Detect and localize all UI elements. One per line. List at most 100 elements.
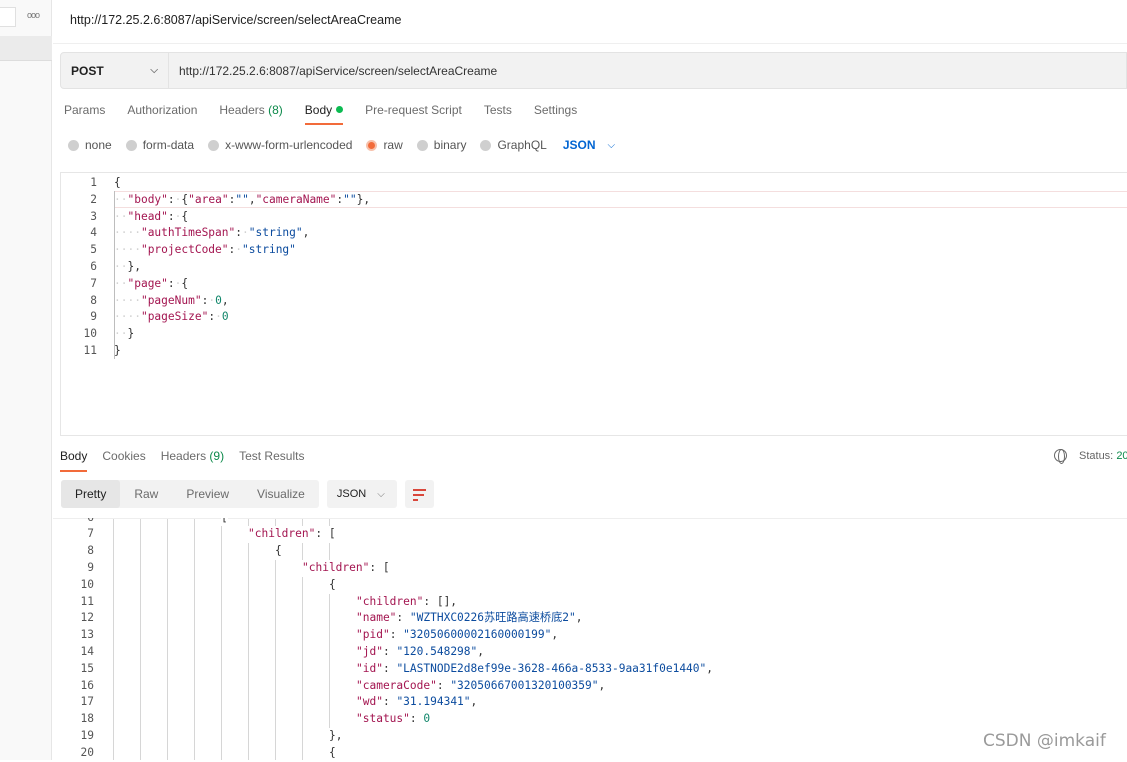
tab-body[interactable]: Body [304,103,344,125]
indent-guide [248,519,249,760]
code-token: } [114,344,121,357]
code-token: "children" [248,527,316,541]
code-line: ··"body":·{"area":"","cameraName":""}, [114,192,370,209]
code-token: "32050600002160000199" [403,628,552,642]
response-tab-body[interactable]: Body [60,449,88,472]
indent-guide [302,519,303,760]
body-format-select[interactable]: JSON [563,138,596,152]
indent-guide [194,519,195,760]
code-token: "status" [356,712,410,726]
code-line: ····"authTimeSpan":·"string", [114,225,309,242]
tab-label: Body [60,449,88,463]
code-token: ···· [114,226,141,240]
view-visualize[interactable]: Visualize [243,480,319,508]
line-number: 10 [80,577,94,591]
view-mode-segment: Pretty Raw Preview Visualize [61,480,319,508]
radio-x-www-form-urlencoded[interactable]: x-www-form-urlencoded [208,138,352,152]
response-top-mask [53,509,1127,518]
code-token: }, [127,260,141,273]
radio-none[interactable]: none [68,138,112,152]
code-line: "status": 0 [356,711,431,728]
code-token: "area" [188,192,229,206]
tab-pre-request-script[interactable]: Pre-request Script [365,103,462,125]
code-token: : [167,192,175,206]
wrap-lines-icon[interactable] [404,480,434,508]
response-format-select[interactable]: JSON ⌵ [326,480,397,508]
tab-label: Headers [219,103,265,117]
line-number: 14 [80,645,94,658]
tab-settings[interactable]: Settings [534,103,577,125]
tab-params[interactable]: Params [64,103,105,125]
tab-label: Headers [160,449,207,463]
code-token: "string" [242,243,296,257]
code-line: "cameraCode": "32050667001320100359", [356,677,606,695]
code-token: ·· [114,260,128,273]
view-preview[interactable]: Preview [172,480,243,508]
chevron-down-icon[interactable]: ⌵ [608,140,616,151]
divider [53,43,1127,44]
code-line: { [114,175,121,192]
radio-raw[interactable]: raw [366,138,403,152]
response-status: Status: 20 [1054,449,1127,464]
response-toolbar: Pretty Raw Preview Visualize JSON ⌵ [61,480,434,508]
code-token: "projectCode" [140,243,229,257]
code-token: : [389,628,404,642]
view-pretty[interactable]: Pretty [61,480,121,508]
response-tab-test-results[interactable]: Test Results [239,449,304,472]
view-raw[interactable]: Raw [120,480,172,508]
radio-form-data[interactable]: form-data [125,138,194,152]
tab-authorization[interactable]: Authorization [127,103,197,125]
method-label: POST [71,63,104,78]
code-line: "id": "LASTNODE2d8ef99e-3628-466a-8533-9… [356,660,714,678]
code-token: "pageSize" [140,310,209,324]
code-token: , [477,645,485,658]
tab-headers[interactable]: Headers (8) [219,103,282,125]
code-token: · [242,226,249,240]
divider [53,518,1127,519]
code-line: ··} [114,326,134,343]
request-body-editor[interactable]: 1{2 ··"body":·{"area":"","cameraName":""}… [60,172,1127,436]
tab-label: Authorization [127,103,198,117]
url-input[interactable]: http://172.25.2.6:8087/apiService/screen… [169,64,497,78]
code-token: "pid" [356,628,390,642]
code-line: ··"page":·{ [114,276,188,293]
code-line: ····"pageSize":·0 [114,309,229,326]
line-number: 2 [90,192,97,206]
more-options-icon[interactable]: ooo [27,10,40,20]
tab-tests[interactable]: Tests [484,103,512,125]
globe-icon[interactable] [1054,449,1067,464]
sidebar-selected-item[interactable] [0,36,52,61]
radio-label: none [85,138,112,152]
method-select[interactable]: POST ⌵ [61,53,169,88]
response-tab-cookies[interactable]: Cookies [102,449,145,472]
code-token: : [436,678,451,692]
chevron-down-icon: ⌵ [377,488,385,500]
code-token: : [409,712,424,726]
code-token: } [127,327,135,341]
response-tabs: Body Cookies Headers (9) Test Results [60,449,319,472]
line-number: 7 [87,527,94,541]
code-line: }, [329,728,343,745]
code-token: { [181,209,189,223]
code-line: ····"projectCode":·"string" [114,242,296,259]
code-line: "wd": "31.194341", [356,694,478,712]
sidebar-search-box[interactable] [0,7,16,27]
radio-binary[interactable]: binary [416,138,466,152]
code-token: "31.194341" [396,695,471,709]
watermark: CSDN @imkaif [983,731,1106,751]
code-line: { [329,744,336,762]
line-number: 16 [80,678,94,692]
code-token: ·· [114,192,128,206]
code-line: ··}, [114,259,141,276]
code-token: "head" [127,209,168,223]
code-token: { [329,577,336,591]
code-token: ·· [114,209,128,223]
sidebar: ooo [0,0,52,760]
line-number: 6 [90,260,97,273]
code-token: : [167,276,175,290]
response-tab-headers[interactable]: Headers (9) [161,449,224,472]
code-token: "cameraCode" [356,678,437,692]
radio-graphql[interactable]: GraphQL [480,138,547,152]
code-token: "authTimeSpan" [140,226,236,240]
code-token: , [248,192,256,206]
